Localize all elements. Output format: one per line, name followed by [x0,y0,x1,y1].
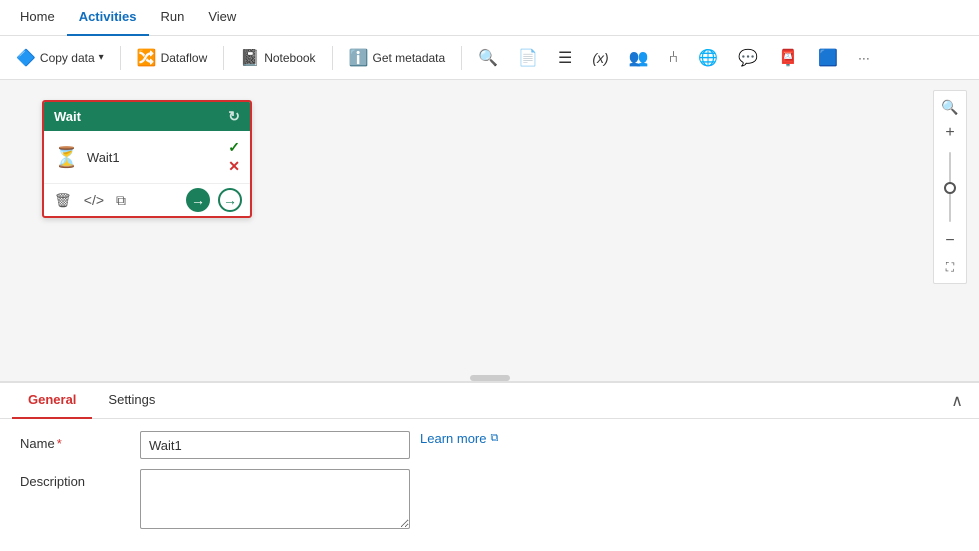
icon-btn-8[interactable]: 📮 [770,42,806,74]
dataflow-icon: 🔀 [137,48,157,68]
search-activities-button[interactable]: 🔍 [470,42,506,74]
zoom-thumb[interactable] [944,182,956,194]
separator-2 [223,46,224,70]
zoom-search-button[interactable]: 🔍 [938,95,962,119]
document-icon: 📄 [518,48,538,68]
get-metadata-button[interactable]: ℹ️ Get metadata [341,42,454,74]
menu-view[interactable]: View [196,0,248,36]
icon-btn-3[interactable]: (x) [584,42,616,74]
code-activity-button[interactable]: </> [82,190,106,210]
zoom-in-button[interactable]: + [938,121,962,145]
list-icon: ☰ [558,48,572,68]
icon-btn-2[interactable]: ☰ [550,42,580,74]
copy-data-chevron: ▾ [99,52,104,63]
activity-status-icons: ✓ ✕ [228,139,240,175]
collapse-panel-button[interactable]: ∧ [947,387,967,415]
chat-icon: 💬 [738,48,758,68]
description-row: Description [20,469,959,529]
teams-icon: 🟦 [818,48,838,68]
menu-home[interactable]: Home [8,0,67,36]
activity-body: ⏳ Wait1 ✓ ✕ [44,131,250,184]
name-row: Name* Learn more ⧉ [20,431,959,459]
canvas-drag-handle[interactable] [470,375,510,381]
required-star: * [57,436,62,451]
zoom-out-button[interactable]: − [938,229,962,253]
notebook-label: Notebook [264,51,315,65]
bottom-panel: General Settings ∧ Name* Learn more ⧉ De… [0,381,979,546]
refresh-icon[interactable]: ↻ [228,108,240,125]
wait-activity-node[interactable]: Wait ↻ ⏳ Wait1 ✓ ✕ 🗑 </> ⧉ → → [42,100,252,218]
name-input[interactable] [140,431,410,459]
bottom-tabs: General Settings ∧ [0,383,979,419]
bottom-tabs-left: General Settings [12,383,171,419]
external-link-icon: ⧉ [490,432,498,445]
icon-btn-4[interactable]: 👥 [621,42,657,74]
learn-more-link[interactable]: Learn more ⧉ [420,431,498,446]
outlook-icon: 📮 [778,48,798,68]
toolbar: 🔷 Copy data ▾ 🔀 Dataflow 📓 Notebook ℹ️ G… [0,36,979,80]
notebook-icon: 📓 [240,48,260,68]
more-icon: ··· [858,51,870,65]
icon-btn-1[interactable]: 📄 [510,42,546,74]
menu-run[interactable]: Run [149,0,197,36]
get-metadata-icon: ℹ️ [349,48,369,68]
status-cross-icon[interactable]: ✕ [228,158,240,175]
separator-1 [120,46,121,70]
icon-btn-7[interactable]: 💬 [730,42,766,74]
activity-title: Wait [54,109,228,124]
menu-bar: Home Activities Run View [0,0,979,36]
variable-icon: (x) [592,50,608,66]
description-label: Description [20,469,140,489]
globe-icon: 🌐 [698,48,718,68]
zoom-track [949,152,951,222]
separator-3 [332,46,333,70]
copy-data-label: Copy data [40,51,95,65]
copy-data-button[interactable]: 🔷 Copy data ▾ [8,42,112,74]
navigate-activity-button[interactable]: → [218,188,242,212]
description-input[interactable] [140,469,410,529]
activity-toolbar: 🗑 </> ⧉ → → [44,184,250,216]
notebook-button[interactable]: 📓 Notebook [232,42,323,74]
search-icon: 🔍 [478,48,498,68]
branch-icon: ⑃ [669,49,679,67]
delete-activity-button[interactable]: 🗑 [52,190,74,211]
more-button[interactable]: ··· [850,42,878,74]
name-label: Name* [20,431,140,451]
activity-name: Wait1 [87,150,220,165]
icon-btn-5[interactable]: ⑃ [661,42,687,74]
zoom-slider-container [949,147,951,227]
learn-more-label: Learn more [420,431,486,446]
get-metadata-label: Get metadata [372,51,445,65]
connect-activity-button[interactable]: → [186,188,210,212]
icon-btn-6[interactable]: 🌐 [690,42,726,74]
copy-data-icon: 🔷 [16,48,36,68]
zoom-fit-button[interactable]: ⛶ [938,255,962,279]
separator-4 [461,46,462,70]
people-icon: 👥 [629,48,649,68]
tab-general[interactable]: General [12,383,92,419]
hourglass-icon: ⏳ [54,145,79,170]
tab-settings[interactable]: Settings [92,383,171,419]
zoom-controls: 🔍 + − ⛶ [933,90,967,284]
dataflow-button[interactable]: 🔀 Dataflow [129,42,216,74]
canvas-area: Wait ↻ ⏳ Wait1 ✓ ✕ 🗑 </> ⧉ → → 🔍 + [0,80,979,381]
activity-header: Wait ↻ [44,102,250,131]
menu-activities[interactable]: Activities [67,0,149,36]
status-check-icon[interactable]: ✓ [228,139,240,156]
form-area: Name* Learn more ⧉ Description [0,419,979,551]
icon-btn-9[interactable]: 🟦 [810,42,846,74]
copy-activity-button[interactable]: ⧉ [114,190,128,211]
dataflow-label: Dataflow [161,51,208,65]
